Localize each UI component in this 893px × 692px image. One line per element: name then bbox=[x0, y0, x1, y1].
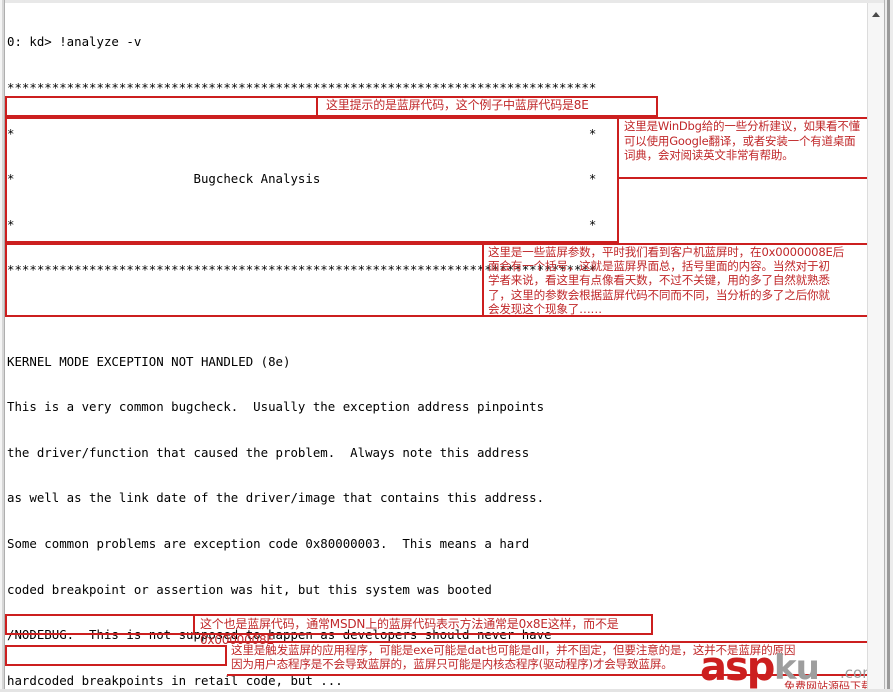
console-line: Some common problems are exception code … bbox=[7, 535, 530, 551]
scroll-up-button[interactable] bbox=[868, 6, 884, 21]
vertical-scrollbar[interactable] bbox=[867, 3, 884, 692]
console-line: * Bugcheck Analysis * bbox=[7, 171, 597, 187]
annotation-winbg-advice: 这里是WinDbg给的一些分析建议，如果看不懂 可以使用Google翻译，或者安… bbox=[624, 119, 860, 163]
window-left-border bbox=[0, 0, 5, 692]
console-line: This is a very common bugcheck. Usually … bbox=[7, 399, 545, 415]
window-left-border-inner bbox=[0, 0, 2, 692]
watermark-brand-red: asp bbox=[700, 644, 775, 690]
watermark-aspku: asp ku .com 免费网站源码下载站 bbox=[700, 644, 880, 692]
windbg-output-window: 0: kd> !analyze -v *********************… bbox=[0, 0, 893, 692]
console-line: 0: kd> !analyze -v bbox=[7, 34, 142, 50]
chevron-up-icon bbox=[872, 12, 880, 17]
annotation-arguments: 这里是一些蓝屏参数，平时我们看到客户机蓝屏时，在0x0000008E后 面会有一… bbox=[488, 245, 845, 316]
annotation-bugcheck-code: 这里提示的是蓝屏代码，这个例子中蓝屏代码是8E bbox=[326, 98, 589, 112]
window-right-border-shadow bbox=[887, 0, 890, 692]
console-line: coded breakpoint or assertion was hit, b… bbox=[7, 581, 492, 597]
console-line-bugcheck-title: KERNEL MODE EXCEPTION NOT HANDLED (8e) bbox=[7, 353, 291, 369]
console-line: as well as the link date of the driver/i… bbox=[7, 490, 545, 506]
console-line: * * bbox=[7, 216, 597, 232]
console-line: ****************************************… bbox=[7, 80, 597, 95]
window-top-border bbox=[0, 0, 893, 3]
console-line: the driver/function that caused the prob… bbox=[7, 444, 530, 460]
